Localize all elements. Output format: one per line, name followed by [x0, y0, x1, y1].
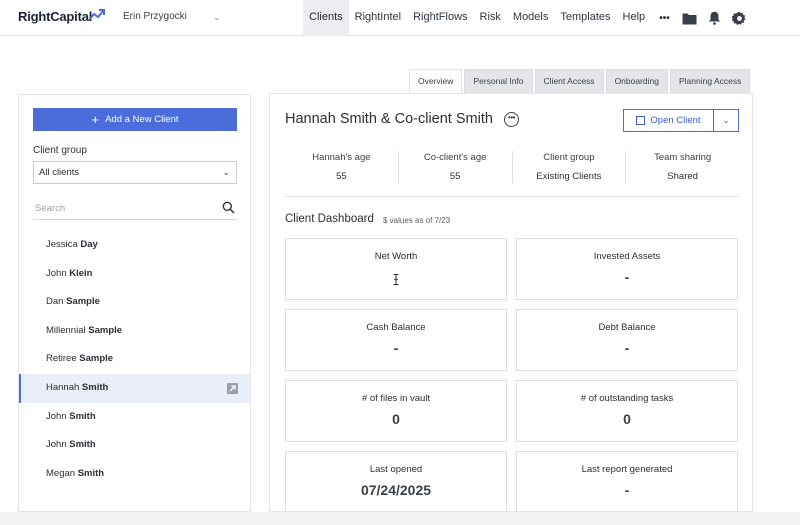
user-switcher[interactable]: Erin Przygocki	[123, 11, 187, 22]
nav-rightintel[interactable]: RightIntel	[349, 0, 407, 36]
stat-client-group: Client group Existing Clients	[513, 151, 627, 184]
dashboard-title: Client Dashboard	[285, 213, 374, 225]
external-link-icon	[636, 116, 646, 125]
client-group-value: All clients	[39, 167, 80, 178]
bell-icon[interactable]	[706, 10, 723, 27]
gear-icon[interactable]	[731, 10, 748, 27]
open-client-button-group: Open Client ⌄	[623, 109, 739, 132]
nav-rightflows[interactable]: RightFlows	[407, 0, 473, 36]
external-link-icon[interactable]	[227, 382, 238, 394]
page-title: Hannah Smith & Co-client Smith	[285, 111, 493, 127]
stat-team-sharing: Team sharing Shared	[654, 152, 712, 182]
divider	[285, 196, 739, 197]
list-item[interactable]: Dan Sample	[19, 288, 250, 317]
client-tabs: Overview Personal Info Client Access Onb…	[409, 69, 751, 93]
tab-onboarding[interactable]: Onboarding	[605, 69, 668, 93]
card-debt-balance[interactable]: Debt Balance -	[516, 309, 738, 371]
more-icon[interactable]: •••	[504, 112, 519, 127]
plus-icon: +	[91, 112, 100, 127]
logo-arrow-icon	[88, 9, 105, 21]
chevron-down-icon[interactable]: ⌄	[714, 110, 738, 131]
more-menu-icon[interactable]: •••	[656, 10, 673, 27]
card-invested-assets[interactable]: Invested Assets -	[516, 238, 738, 300]
client-group-label: Client group	[33, 145, 87, 156]
dashboard-note: $ values as of 7/23	[383, 216, 451, 225]
main-nav: Clients RightIntel RightFlows Risk Model…	[303, 0, 651, 36]
client-group-select[interactable]: All clients ⌄	[33, 161, 237, 184]
top-navbar: RightCapital Erin Przygocki ⌄ Clients Ri…	[0, 0, 800, 36]
card-net-worth[interactable]: Net Worth	[285, 238, 507, 300]
client-list: Jessica Day John Klein Dan Sample Millen…	[19, 231, 250, 489]
tab-client-access[interactable]: Client Access	[534, 69, 604, 93]
tab-overview[interactable]: Overview	[409, 69, 463, 93]
nav-clients[interactable]: Clients	[303, 0, 349, 36]
client-search[interactable]: Search	[33, 198, 237, 220]
stat-coclient-age: Co-client's age 55	[399, 151, 513, 184]
card-outstanding-tasks[interactable]: # of outstanding tasks 0	[516, 380, 738, 442]
stat-hannah-age: Hannah's age 55	[285, 151, 399, 184]
chevron-down-icon: ⌄	[222, 167, 230, 177]
open-client-label: Open Client	[650, 115, 701, 126]
add-client-button[interactable]: + Add a New Client	[33, 108, 237, 131]
client-sidebar: + Add a New Client Client group All clie…	[18, 94, 251, 512]
page-bottom-edge	[0, 512, 800, 525]
open-client-button[interactable]: Open Client	[624, 110, 714, 131]
list-item[interactable]: Retiree Sample	[19, 345, 250, 374]
list-item[interactable]: Jessica Day	[19, 231, 250, 260]
add-client-label: Add a New Client	[105, 114, 179, 125]
list-item[interactable]: John Smith	[19, 403, 250, 432]
card-files-in-vault[interactable]: # of files in vault 0	[285, 380, 507, 442]
list-item[interactable]: Megan Smith	[19, 460, 250, 489]
tab-planning-access[interactable]: Planning Access	[669, 69, 751, 93]
card-last-opened[interactable]: Last opened 07/24/2025	[285, 451, 507, 511]
list-item[interactable]: John Smith	[19, 431, 250, 460]
tab-personal-info[interactable]: Personal Info	[464, 69, 533, 93]
card-last-report[interactable]: Last report generated -	[516, 451, 738, 511]
nav-help[interactable]: Help	[617, 0, 652, 36]
client-overview-panel: Hannah Smith & Co-client Smith ••• Open …	[269, 93, 753, 512]
nav-models[interactable]: Models	[507, 0, 554, 36]
search-input[interactable]: Search	[35, 203, 65, 214]
text-cursor-icon	[393, 272, 399, 285]
brand-logo[interactable]: RightCapital	[18, 9, 92, 24]
nav-risk[interactable]: Risk	[474, 0, 507, 36]
nav-templates[interactable]: Templates	[554, 0, 616, 36]
card-cash-balance[interactable]: Cash Balance -	[285, 309, 507, 371]
chevron-down-icon[interactable]: ⌄	[213, 12, 221, 23]
folder-icon[interactable]	[681, 10, 698, 27]
list-item[interactable]: John Klein	[19, 260, 250, 289]
client-stats: Hannah's age 55 Co-client's age 55 Clien…	[285, 151, 739, 184]
search-icon[interactable]	[222, 201, 235, 214]
list-item-selected[interactable]: Hannah Smith	[19, 373, 250, 403]
list-item[interactable]: Millennial Sample	[19, 317, 250, 346]
